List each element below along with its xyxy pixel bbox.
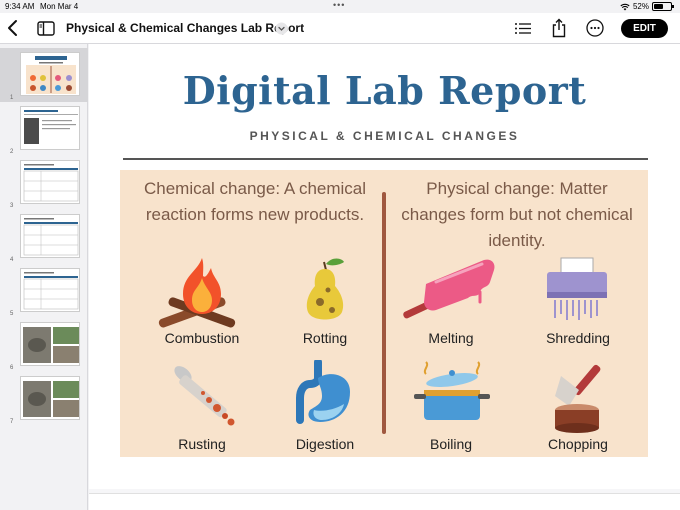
slide-thumbnail-1[interactable]: 1 — [0, 48, 88, 102]
status-bar: 9:34 AM Mon Mar 4 ••• 52% — [0, 0, 680, 13]
battery-percent: 52% — [632, 2, 649, 11]
thumbnail-preview — [20, 376, 80, 420]
battery-icon — [652, 2, 674, 11]
digestion-item: Digestion — [270, 360, 380, 460]
paper-shredder-icon — [547, 257, 607, 320]
title-divider — [123, 158, 648, 160]
boiling-item: Boiling — [396, 360, 506, 460]
chopping-label: Chopping — [548, 436, 608, 452]
slide-thumbnail-5[interactable]: 5 — [0, 264, 88, 318]
slide-thumbnail-4[interactable]: 4 — [0, 210, 88, 264]
axe-stump-icon — [555, 364, 601, 433]
slide-number: 3 — [10, 203, 14, 209]
toolbar: Physical & Chemical Changes Lab Report E… — [0, 13, 680, 44]
slide-number: 4 — [10, 257, 14, 263]
outline-list-icon[interactable] — [514, 21, 532, 36]
status-right: 52% — [620, 2, 674, 11]
boiling-pot-icon — [414, 361, 490, 420]
shredding-label: Shredding — [546, 330, 610, 346]
rusty-nail-icon — [174, 366, 235, 426]
rusting-label: Rusting — [178, 436, 226, 452]
thumbnail-preview — [20, 214, 80, 258]
stomach-icon — [296, 360, 350, 424]
multitasking-dots-icon[interactable]: ••• — [333, 0, 345, 10]
slide-thumbnail-2[interactable]: 2 — [0, 102, 88, 156]
combustion-item: Combustion — [147, 254, 257, 354]
rotting-item: Rotting — [270, 254, 380, 354]
thumbnail-preview — [20, 322, 80, 366]
edit-button[interactable]: EDIT — [621, 19, 668, 38]
slide-thumbnail-6[interactable]: 6 — [0, 318, 88, 372]
slide-number: 1 — [10, 95, 14, 101]
slide-thumbnail-7[interactable]: 7 — [0, 372, 88, 426]
slide-subtitle: PHYSICAL & CHEMICAL CHANGES — [249, 129, 520, 143]
more-options-icon[interactable] — [586, 19, 604, 37]
melting-popsicle-icon — [403, 259, 495, 319]
melting-item: Melting — [396, 254, 506, 354]
combustion-label: Combustion — [164, 330, 240, 346]
physical-change-heading: Physical change: Matter changes form but… — [401, 179, 633, 250]
next-slide-preview[interactable] — [89, 493, 680, 510]
slide-title: Digital Lab Report — [182, 68, 587, 113]
chevron-down-icon[interactable] — [275, 22, 288, 35]
chemical-change-heading: Chemical change: A chemical reaction for… — [143, 179, 367, 224]
share-icon[interactable] — [551, 18, 567, 38]
keynote-app: 9:34 AM Mon Mar 4 ••• 52% Physical & Che… — [0, 0, 680, 510]
thumbnail-preview — [20, 160, 80, 204]
thumbnail-preview — [20, 268, 80, 312]
column-divider — [382, 192, 386, 434]
rotting-label: Rotting — [302, 330, 348, 346]
rotting-pear-icon — [306, 258, 344, 320]
thumbnail-preview — [20, 106, 80, 150]
fire-icon — [158, 258, 236, 328]
status-time: 9:34 AM — [5, 2, 35, 11]
slide-thumbnail-3[interactable]: 3 — [0, 156, 88, 210]
wifi-icon — [620, 3, 630, 10]
chopping-item: Chopping — [523, 360, 633, 460]
document-title[interactable]: Physical & Chemical Changes Lab Report — [66, 21, 304, 35]
melting-label: Melting — [428, 330, 474, 346]
digestion-label: Digestion — [295, 436, 355, 452]
status-date: Mon Mar 4 — [40, 2, 79, 11]
slide-number: 6 — [10, 365, 14, 371]
thumbnail-preview — [20, 52, 80, 96]
slide-number: 2 — [10, 149, 14, 155]
slide-navigator: 1 2 3 4 5 6 7 — [0, 44, 88, 510]
back-chevron-icon[interactable] — [6, 18, 20, 38]
sidebar-toggle-icon[interactable] — [37, 21, 55, 36]
current-slide[interactable]: Digital Lab Report PHYSICAL & CHEMICAL C… — [89, 44, 680, 489]
boiling-label: Boiling — [429, 436, 473, 452]
slide-number: 5 — [10, 311, 14, 317]
slide-canvas: Digital Lab Report PHYSICAL & CHEMICAL C… — [89, 44, 680, 510]
shredding-item: Shredding — [523, 254, 633, 354]
slide-number: 7 — [10, 419, 14, 425]
changes-panel: Chemical change: A chemical reaction for… — [120, 170, 648, 457]
rusting-item: Rusting — [147, 360, 257, 460]
